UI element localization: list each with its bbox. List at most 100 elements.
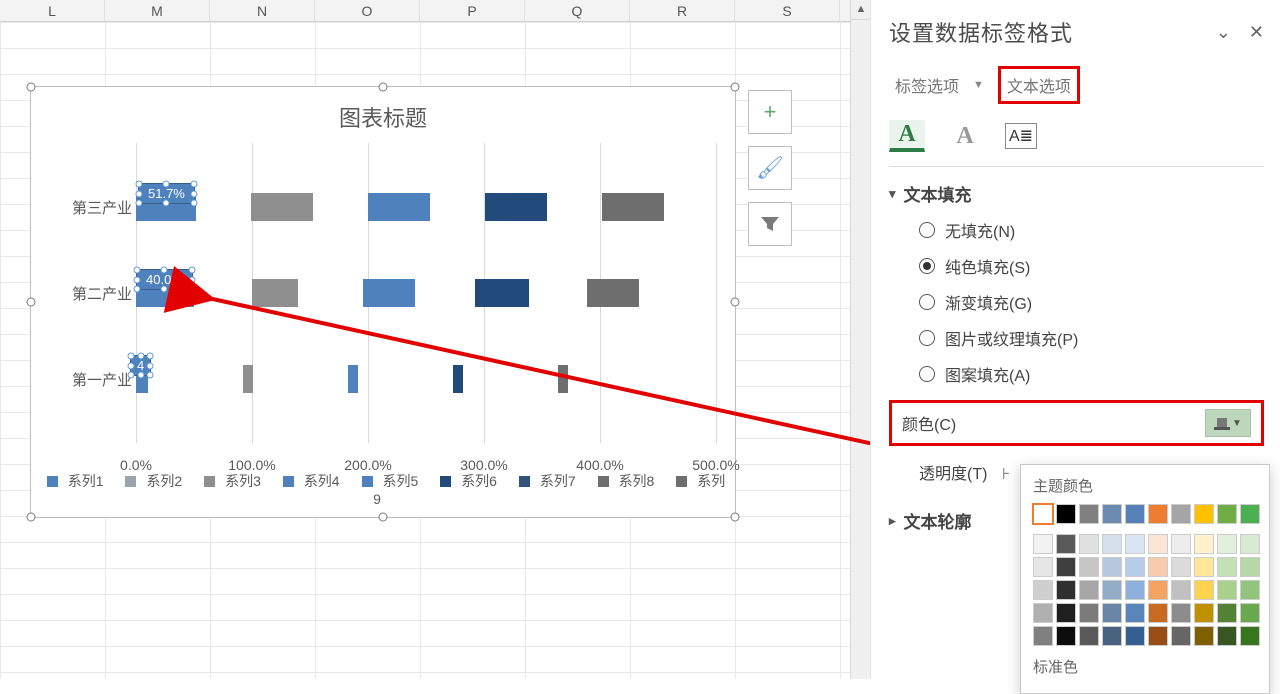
color-swatch[interactable] xyxy=(1240,580,1260,600)
color-swatch[interactable] xyxy=(1148,557,1168,577)
color-swatch[interactable] xyxy=(1171,580,1191,600)
bar-series6[interactable] xyxy=(475,279,529,307)
color-swatch[interactable] xyxy=(1148,603,1168,623)
chart-data-label[interactable]: 40.0% xyxy=(136,269,193,290)
label-handle[interactable] xyxy=(163,200,170,207)
scroll-up-icon[interactable]: ▲ xyxy=(851,0,871,20)
color-swatch[interactable] xyxy=(1171,626,1191,646)
bar-series5[interactable] xyxy=(348,365,358,393)
plot-area[interactable]: 第三产业 第二产业 第一产业 xyxy=(136,143,716,443)
color-swatch[interactable] xyxy=(1056,580,1076,600)
color-swatch[interactable] xyxy=(1148,626,1168,646)
radio-picture-fill[interactable]: 图片或纹理填充(P) xyxy=(919,326,1264,350)
tab-text-options[interactable]: 文本选项 xyxy=(998,66,1080,104)
vertical-scrollbar[interactable]: ▲ xyxy=(850,0,870,679)
color-swatch[interactable] xyxy=(1125,504,1145,524)
label-handle[interactable] xyxy=(147,372,154,379)
label-handle[interactable] xyxy=(137,353,144,360)
label-handle[interactable] xyxy=(161,286,168,293)
resize-handle[interactable] xyxy=(27,83,36,92)
color-swatch[interactable] xyxy=(1217,504,1237,524)
color-swatch[interactable] xyxy=(1240,534,1260,554)
section-text-fill[interactable]: ▾ 文本填充 xyxy=(889,181,1264,206)
label-handle[interactable] xyxy=(147,362,154,369)
label-handle[interactable] xyxy=(161,267,168,274)
color-swatch[interactable] xyxy=(1171,557,1191,577)
tab-label-options[interactable]: 标签选项 xyxy=(889,69,965,101)
color-swatch[interactable] xyxy=(1033,603,1053,623)
label-handle[interactable] xyxy=(190,190,197,197)
bar-series5[interactable] xyxy=(363,279,415,307)
resize-handle[interactable] xyxy=(731,298,740,307)
color-swatch[interactable] xyxy=(1079,603,1099,623)
color-swatch[interactable] xyxy=(1079,580,1099,600)
color-swatch[interactable] xyxy=(1102,534,1122,554)
color-swatch[interactable] xyxy=(1240,557,1260,577)
color-swatch[interactable] xyxy=(1171,603,1191,623)
label-handle[interactable] xyxy=(163,181,170,188)
embedded-chart[interactable]: 图表标题 第三产业 第二产业 xyxy=(30,86,736,518)
color-swatch[interactable] xyxy=(1033,534,1053,554)
bar-series8[interactable] xyxy=(602,193,664,221)
bar-series8[interactable] xyxy=(587,279,639,307)
label-handle[interactable] xyxy=(137,372,144,379)
resize-handle[interactable] xyxy=(379,83,388,92)
chevron-down-icon[interactable]: ▼ xyxy=(973,79,984,91)
col-header[interactable]: M xyxy=(105,0,210,21)
color-swatch[interactable] xyxy=(1125,603,1145,623)
chart-legend[interactable]: 系列1 系列2 系列3 系列4 系列5 系列6 系列7 系列8 系列9 xyxy=(31,471,735,507)
resize-handle[interactable] xyxy=(27,298,36,307)
color-swatch[interactable] xyxy=(1240,626,1260,646)
color-swatch[interactable] xyxy=(1240,603,1260,623)
color-swatch[interactable] xyxy=(1102,580,1122,600)
collapse-pane-icon[interactable]: ⌄ xyxy=(1216,22,1231,43)
close-pane-icon[interactable]: ✕ xyxy=(1249,22,1264,43)
radio-solid-fill[interactable]: 纯色填充(S) xyxy=(919,254,1264,278)
fill-color-button[interactable]: ▼ xyxy=(1205,409,1251,437)
color-swatch[interactable] xyxy=(1056,626,1076,646)
color-swatch[interactable] xyxy=(1102,504,1122,524)
bar-series3[interactable] xyxy=(243,365,253,393)
col-header[interactable]: N xyxy=(210,0,315,21)
color-swatch[interactable] xyxy=(1217,626,1237,646)
color-swatch[interactable] xyxy=(1148,534,1168,554)
color-swatch[interactable] xyxy=(1033,504,1053,524)
resize-handle[interactable] xyxy=(379,513,388,522)
label-handle[interactable] xyxy=(134,267,141,274)
color-swatch[interactable] xyxy=(1194,626,1214,646)
color-swatch[interactable] xyxy=(1194,603,1214,623)
label-handle[interactable] xyxy=(128,372,135,379)
bar-series6[interactable] xyxy=(485,193,547,221)
label-handle[interactable] xyxy=(136,190,143,197)
resize-handle[interactable] xyxy=(731,513,740,522)
color-swatch[interactable] xyxy=(1102,626,1122,646)
label-handle[interactable] xyxy=(128,353,135,360)
color-swatch[interactable] xyxy=(1194,557,1214,577)
label-handle[interactable] xyxy=(188,286,195,293)
label-handle[interactable] xyxy=(190,181,197,188)
bar-series3[interactable] xyxy=(252,279,298,307)
color-swatch[interactable] xyxy=(1194,534,1214,554)
col-header[interactable]: R xyxy=(630,0,735,21)
label-handle[interactable] xyxy=(136,200,143,207)
resize-handle[interactable] xyxy=(27,513,36,522)
radio-gradient-fill[interactable]: 渐变填充(G) xyxy=(919,290,1264,314)
chart-filter-button[interactable] xyxy=(748,202,792,246)
color-swatch[interactable] xyxy=(1171,534,1191,554)
color-swatch[interactable] xyxy=(1033,580,1053,600)
col-header[interactable]: O xyxy=(315,0,420,21)
color-swatch[interactable] xyxy=(1148,580,1168,600)
bar-series5[interactable] xyxy=(368,193,430,221)
label-handle[interactable] xyxy=(128,362,135,369)
color-swatch[interactable] xyxy=(1079,504,1099,524)
color-swatch[interactable] xyxy=(1240,504,1260,524)
color-swatch[interactable] xyxy=(1217,534,1237,554)
bar-series8[interactable] xyxy=(558,365,568,393)
color-swatch[interactable] xyxy=(1125,626,1145,646)
color-swatch[interactable] xyxy=(1079,626,1099,646)
color-swatch[interactable] xyxy=(1194,504,1214,524)
chart-data-label[interactable]: 4 xyxy=(130,355,151,376)
text-fill-outline-icon[interactable]: A xyxy=(889,120,925,152)
chart-title[interactable]: 图表标题 xyxy=(31,87,735,139)
label-handle[interactable] xyxy=(147,353,154,360)
